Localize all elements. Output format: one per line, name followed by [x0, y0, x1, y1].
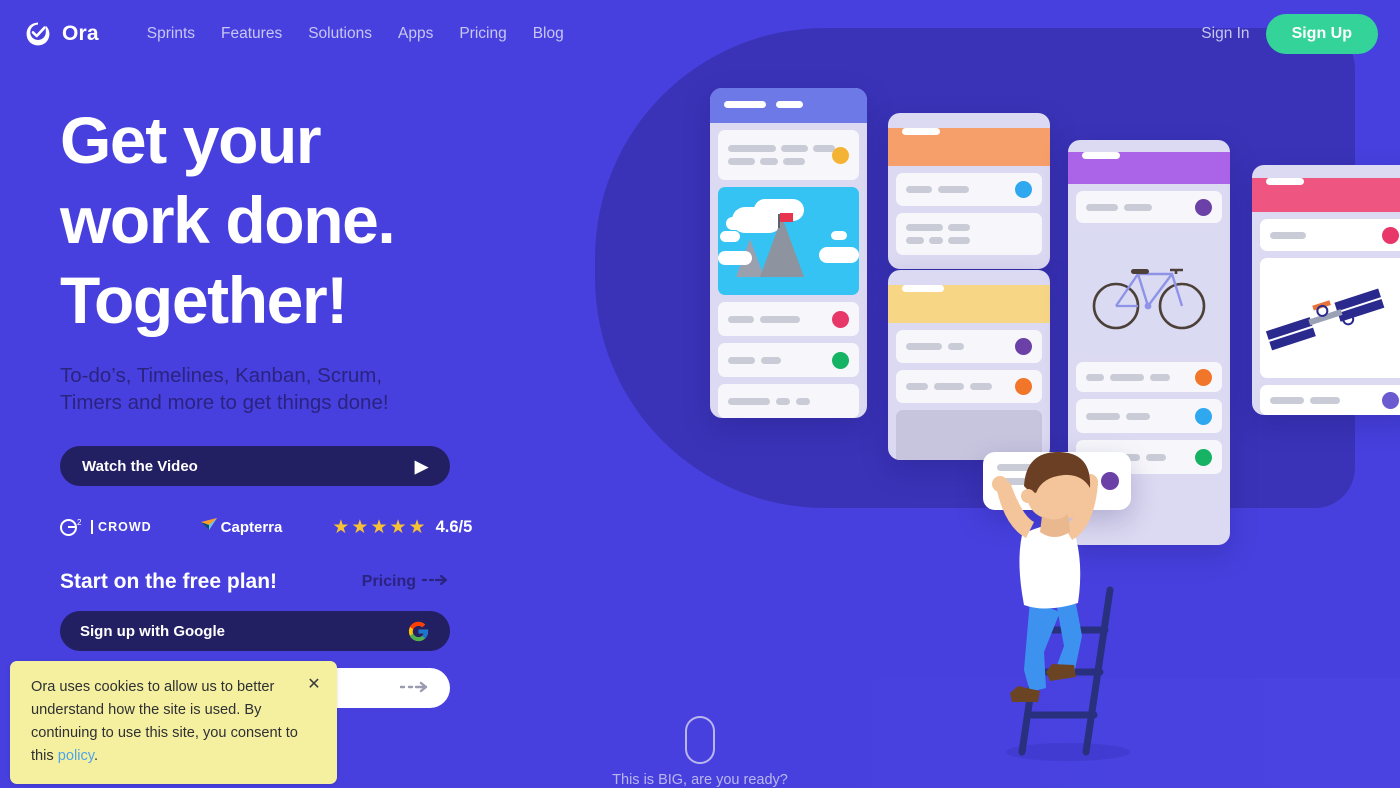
- close-x-icon[interactable]: ✕: [306, 677, 322, 693]
- google-g-icon: [407, 620, 430, 643]
- headline-line-2: work done.: [60, 183, 396, 257]
- header-actions: Sign In Sign Up: [1201, 14, 1378, 54]
- star-icon-1: ★: [332, 516, 350, 538]
- capterra-logo: Capterra: [200, 516, 283, 539]
- headline-line-1: Get your: [60, 103, 322, 177]
- site-header: Ora Sprints Features Solutions Apps Pric…: [0, 0, 1400, 68]
- star-icon-4: ★: [389, 516, 407, 538]
- star-rating: ★ ★ ★ ★ ★ 4.6/5: [332, 518, 472, 537]
- card-pink-dot-violet: [1382, 391, 1399, 409]
- background-blob-shape: [595, 28, 1355, 508]
- main-nav: Sprints Features Solutions Apps Pricing …: [147, 25, 564, 43]
- headline-line-3: Together!: [60, 263, 348, 337]
- cookie-text-part-2: .: [94, 748, 99, 764]
- capterra-label: Capterra: [220, 518, 283, 536]
- ratings-row: 2 CROWD Capterra ★ ★ ★ ★ ★ 4.6/5: [60, 516, 530, 538]
- hero-section: Get your work done. Together! To-do’s, T…: [60, 100, 530, 708]
- subhead-line-2: Timers and more to get things done!: [60, 391, 389, 414]
- sign-up-with-google-button[interactable]: Sign up with Google: [60, 611, 450, 651]
- watch-video-label: Watch the Video: [82, 457, 198, 475]
- g2-divider: [91, 520, 94, 534]
- cookie-policy-link[interactable]: policy: [58, 748, 94, 764]
- nav-item-sprints[interactable]: Sprints: [147, 25, 195, 43]
- nav-item-apps[interactable]: Apps: [398, 25, 433, 43]
- brand-name: Ora: [62, 22, 99, 45]
- sign-up-button[interactable]: Sign Up: [1265, 14, 1378, 54]
- nav-item-pricing[interactable]: Pricing: [459, 25, 506, 43]
- hero-subheadline: To-do’s, Timelines, Kanban, Scrum, Timer…: [60, 362, 460, 416]
- free-plan-row: Start on the free plan! Pricing: [60, 570, 450, 594]
- cookie-banner-text: Ora uses cookies to allow us to better u…: [31, 676, 306, 768]
- sign-in-link[interactable]: Sign In: [1201, 25, 1249, 43]
- star-icon-3: ★: [370, 516, 388, 538]
- nav-item-solutions[interactable]: Solutions: [308, 25, 372, 43]
- page-title: Get your work done. Together!: [60, 100, 530, 340]
- pricing-link[interactable]: Pricing: [362, 573, 450, 591]
- star-icon-5: ★: [408, 516, 426, 538]
- g2-mark-icon: [60, 518, 77, 536]
- dashed-arrow-right-icon: [421, 573, 450, 591]
- nav-item-blog[interactable]: Blog: [533, 25, 564, 43]
- dashed-arrow-right-icon: [399, 681, 430, 696]
- ora-check-logo-icon: [24, 20, 52, 48]
- g2-superscript: 2: [77, 517, 82, 527]
- watch-video-button[interactable]: Watch the Video ▶: [60, 446, 450, 486]
- g2-crowd-logo: 2 CROWD: [60, 517, 152, 536]
- g2-crowd-label: CROWD: [98, 520, 152, 534]
- mouse-scroll-icon: [685, 716, 715, 764]
- star-icon-2: ★: [351, 516, 369, 538]
- cookie-banner: ✕ Ora uses cookies to allow us to better…: [10, 661, 337, 784]
- play-triangle-icon: ▶: [414, 456, 428, 476]
- capterra-paper-plane-icon: [200, 516, 218, 539]
- rating-score: 4.6/5: [435, 517, 473, 536]
- nav-item-features[interactable]: Features: [221, 25, 282, 43]
- subhead-line-1: To-do’s, Timelines, Kanban, Scrum,: [60, 364, 383, 387]
- card-pink-dot-pink: [1382, 226, 1399, 244]
- free-plan-title: Start on the free plan!: [60, 570, 278, 593]
- pricing-link-label: Pricing: [361, 573, 416, 590]
- scroll-indicator-text: This is BIG, are you ready?: [612, 772, 788, 788]
- brand[interactable]: Ora: [24, 20, 99, 48]
- google-button-label: Sign up with Google: [80, 622, 225, 640]
